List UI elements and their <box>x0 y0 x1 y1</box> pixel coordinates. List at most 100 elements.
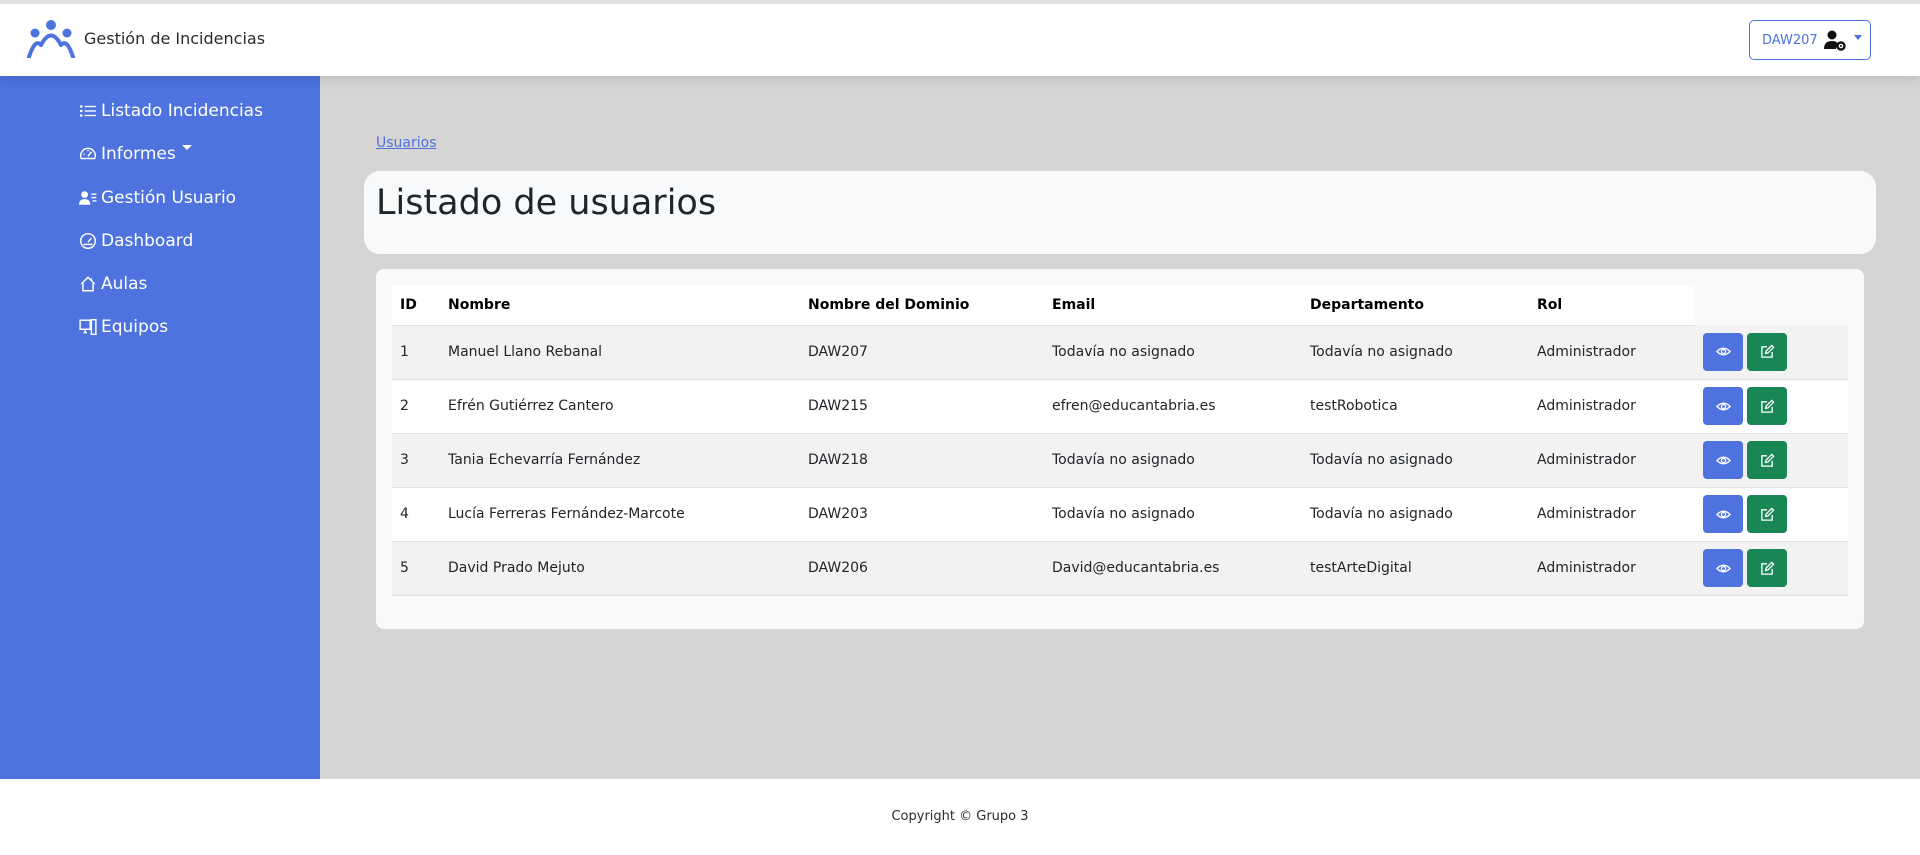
eye-icon <box>1715 510 1731 518</box>
cell-departamento: Todavía no asignado <box>1302 325 1529 380</box>
breadcrumb-usuarios-link[interactable]: Usuarios <box>376 135 437 151</box>
user-menu-button[interactable]: DAW207 <box>1749 20 1871 60</box>
username-label: DAW207 <box>1762 32 1818 48</box>
brand[interactable]: Gestión de Incidencias <box>26 18 265 58</box>
cell-nombre: Lucía Ferreras Fernández-Marcote <box>440 487 800 542</box>
people-logo-icon <box>27 20 75 58</box>
eye-icon <box>1715 456 1731 464</box>
cell-id: 3 <box>392 433 440 488</box>
cell-id: 5 <box>392 541 440 596</box>
cell-email: David@educantabria.es <box>1044 541 1302 596</box>
cell-id: 1 <box>392 325 440 380</box>
list-icon <box>80 105 96 117</box>
person-gear-icon <box>1823 30 1846 51</box>
pencil-square-icon <box>1760 506 1775 521</box>
eye-icon <box>1715 564 1731 572</box>
sidebar-item-label: Listado Incidencias <box>101 101 263 121</box>
footer: Copyright © Grupo 3 <box>0 779 1920 855</box>
pencil-square-icon <box>1760 560 1775 575</box>
cell-nombre: Tania Echevarría Fernández <box>440 433 800 488</box>
speedometer-icon <box>79 147 97 160</box>
caret-down-icon <box>181 144 192 150</box>
pencil-square-icon <box>1760 344 1775 359</box>
edit-button[interactable] <box>1747 549 1787 587</box>
pc-display-icon <box>79 318 97 336</box>
cell-dominio: DAW203 <box>800 487 1044 542</box>
cell-actions <box>1695 325 1848 380</box>
header-departamento: Departamento <box>1302 285 1529 326</box>
cell-nombre: Efrén Gutiérrez Cantero <box>440 379 800 434</box>
header-rol: Rol <box>1529 285 1695 326</box>
cell-departamento: testRobotica <box>1302 379 1529 434</box>
sidebar-item-equipos[interactable]: Equipos <box>79 317 168 337</box>
cell-rol: Administrador <box>1529 325 1695 380</box>
pencil-square-icon <box>1760 452 1775 467</box>
header-actions <box>1695 285 1848 325</box>
table-row: 4 Lucía Ferreras Fernández-Marcote DAW20… <box>392 487 1848 542</box>
pencil-square-icon <box>1760 398 1775 413</box>
sidebar-item-listado-incidencias[interactable]: Listado Incidencias <box>79 101 263 121</box>
cell-dominio: DAW206 <box>800 541 1044 596</box>
sidebar-item-label: Dashboard <box>101 231 194 251</box>
navbar: Gestión de Incidencias DAW207 <box>0 4 1920 76</box>
eye-icon <box>1715 347 1731 356</box>
header-nombre-dominio: Nombre del Dominio <box>800 285 1044 326</box>
app-title: Gestión de Incidencias <box>84 28 266 48</box>
cell-actions <box>1695 487 1848 542</box>
sidebar-item-label: Gestión Usuario <box>101 188 237 208</box>
table-row: 3 Tania Echevarría Fernández DAW218 Toda… <box>392 433 1848 488</box>
cell-dominio: DAW215 <box>800 379 1044 434</box>
view-button[interactable] <box>1703 387 1743 425</box>
cell-dominio: DAW207 <box>800 325 1044 380</box>
table-row: 5 David Prado Mejuto DAW206 David@educan… <box>392 541 1848 596</box>
sidebar-item-aulas[interactable]: Aulas <box>79 274 147 294</box>
cell-rol: Administrador <box>1529 433 1695 488</box>
cell-nombre: Manuel Llano Rebanal <box>440 325 800 380</box>
sidebar-item-label: Informes <box>101 144 176 164</box>
cell-rol: Administrador <box>1529 541 1695 596</box>
title-card: Listado de usuarios <box>364 171 1876 254</box>
table-header-row: ID Nombre Nombre del Dominio Email Depar… <box>392 285 1848 326</box>
view-button[interactable] <box>1703 332 1743 371</box>
cell-rol: Administrador <box>1529 487 1695 542</box>
cell-nombre: David Prado Mejuto <box>440 541 800 596</box>
cell-email: Todavía no asignado <box>1044 325 1302 380</box>
edit-button[interactable] <box>1747 387 1787 425</box>
view-button[interactable] <box>1703 495 1743 533</box>
cell-rol: Administrador <box>1529 379 1695 434</box>
cell-dominio: DAW218 <box>800 433 1044 488</box>
sidebar-item-dashboard[interactable]: Dashboard <box>79 231 193 251</box>
house-icon <box>80 276 96 292</box>
view-button[interactable] <box>1703 549 1743 587</box>
page-title: Listado de usuarios <box>376 183 717 223</box>
cell-email: Todavía no asignado <box>1044 433 1302 488</box>
cell-email: Todavía no asignado <box>1044 487 1302 542</box>
cell-actions <box>1695 379 1848 434</box>
sidebar-item-gestion-usuario[interactable]: Gestión Usuario <box>79 188 236 208</box>
cell-id: 4 <box>392 487 440 542</box>
person-lines-icon <box>79 191 97 205</box>
main-content: Usuarios Listado de usuarios ID Nombre N… <box>320 76 1920 779</box>
copyright-text: Copyright © Grupo 3 <box>891 809 1029 824</box>
edit-button[interactable] <box>1747 332 1787 371</box>
table-row: 1 Manuel Llano Rebanal DAW207 Todavía no… <box>392 325 1848 380</box>
sidebar-item-label: Equipos <box>101 317 169 337</box>
edit-button[interactable] <box>1747 495 1787 533</box>
users-table: ID Nombre Nombre del Dominio Email Depar… <box>392 285 1848 596</box>
chevron-down-icon <box>1853 34 1862 40</box>
users-table-card: ID Nombre Nombre del Dominio Email Depar… <box>376 269 1864 629</box>
sidebar: Listado Incidencias Informes Gestión Usu… <box>0 76 320 779</box>
view-button[interactable] <box>1703 441 1743 479</box>
header-nombre: Nombre <box>440 285 800 326</box>
edit-button[interactable] <box>1747 441 1787 479</box>
cell-email: efren@educantabria.es <box>1044 379 1302 434</box>
eye-icon <box>1715 402 1731 410</box>
dashboard-gauge-icon <box>79 232 97 250</box>
header-email: Email <box>1044 285 1302 326</box>
sidebar-item-label: Aulas <box>101 274 148 294</box>
header-id: ID <box>392 285 440 326</box>
cell-departamento: testArteDigital <box>1302 541 1529 596</box>
sidebar-item-informes[interactable]: Informes <box>79 144 192 164</box>
cell-id: 2 <box>392 379 440 434</box>
cell-actions <box>1695 433 1848 488</box>
